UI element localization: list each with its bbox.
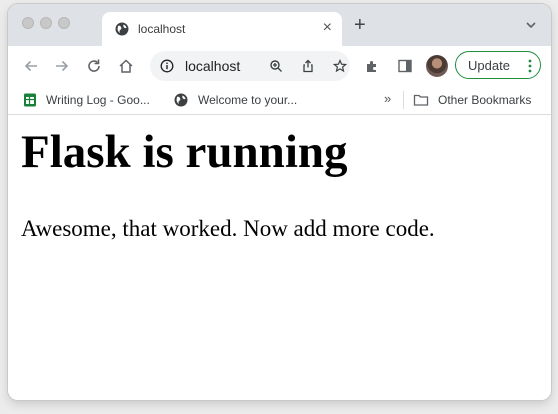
tab-strip: localhost × + xyxy=(8,4,551,46)
sheets-icon xyxy=(24,93,36,107)
page-paragraph: Awesome, that worked. Now add more code. xyxy=(21,216,435,241)
site-info-icon[interactable] xyxy=(160,59,174,73)
bookmarks-bar: Writing Log - Goo... Welcome to your... … xyxy=(8,86,551,115)
tab-localhost[interactable]: localhost × xyxy=(102,12,342,46)
reload-icon[interactable] xyxy=(85,57,103,75)
page-content: Flask is running Awesome, that worked. N… xyxy=(8,115,551,400)
url-text[interactable]: localhost xyxy=(185,58,240,74)
bookmarks-divider xyxy=(403,91,404,109)
page-heading: Flask is running xyxy=(21,126,348,178)
folder-icon xyxy=(413,94,429,106)
bookmark-label: Writing Log - Goo... xyxy=(46,93,150,107)
side-panel-icon[interactable] xyxy=(397,58,413,74)
tab-title: localhost xyxy=(138,22,186,36)
back-icon[interactable] xyxy=(22,57,40,75)
tab-close-icon[interactable]: × xyxy=(323,19,332,37)
other-bookmarks-folder[interactable]: Other Bookmarks xyxy=(413,90,543,110)
tab-search-chevron-icon[interactable] xyxy=(525,20,537,30)
share-icon[interactable] xyxy=(301,59,315,73)
close-window-button[interactable] xyxy=(22,17,34,29)
zoom-icon[interactable] xyxy=(269,59,283,73)
minimize-window-button[interactable] xyxy=(40,17,52,29)
new-tab-button[interactable]: + xyxy=(354,15,366,35)
browser-window: localhost × + localhost Update Writing L… xyxy=(8,4,551,400)
bookmark-welcome[interactable]: Welcome to your... xyxy=(174,90,314,110)
update-button-label: Update xyxy=(468,58,510,73)
bookmark-writing-log[interactable]: Writing Log - Goo... xyxy=(23,90,168,110)
bookmarks-overflow-icon[interactable]: » xyxy=(384,91,391,106)
globe-icon xyxy=(174,93,188,107)
globe-icon xyxy=(115,22,129,36)
bookmark-star-icon[interactable] xyxy=(333,59,347,73)
more-menu-icon[interactable] xyxy=(528,59,532,73)
update-button[interactable]: Update xyxy=(455,51,541,79)
home-icon[interactable] xyxy=(117,57,135,75)
address-bar[interactable]: localhost xyxy=(150,51,350,81)
other-bookmarks-label: Other Bookmarks xyxy=(438,93,532,107)
extensions-icon[interactable] xyxy=(364,58,380,74)
bookmark-label: Welcome to your... xyxy=(198,93,298,107)
forward-icon[interactable] xyxy=(53,57,71,75)
zoom-window-button[interactable] xyxy=(58,17,70,29)
toolbar: localhost Update xyxy=(8,46,551,86)
profile-avatar[interactable] xyxy=(426,55,448,77)
